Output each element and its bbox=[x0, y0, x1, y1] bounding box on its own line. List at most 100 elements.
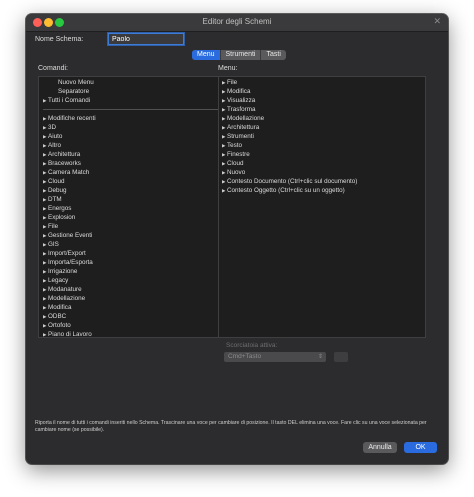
list-item-label: Irrigazione bbox=[48, 268, 78, 275]
list-item[interactable]: ▶ DTM bbox=[39, 195, 223, 204]
list-item-label: Cloud bbox=[48, 178, 65, 185]
list-item[interactable]: ▶ Debug bbox=[39, 186, 223, 195]
list-item-label: Modellazione bbox=[227, 115, 265, 122]
list-item-label: Legacy bbox=[48, 277, 69, 284]
list-item[interactable]: ▶ Piano di Lavoro bbox=[39, 330, 223, 338]
list-item-label: Modifiche recenti bbox=[48, 115, 96, 122]
list-item-label: File bbox=[227, 79, 238, 86]
commands-list[interactable]: Nuovo Menu Separatore ▶ Tutti i Comandi ▶ Mod… bbox=[38, 76, 224, 338]
list-item-label: Altro bbox=[48, 142, 61, 149]
list-item[interactable]: ▶ Finestre bbox=[219, 150, 425, 159]
list-item[interactable]: Nuovo Menu bbox=[39, 78, 223, 87]
list-item[interactable]: ▶ Aiuto bbox=[39, 132, 223, 141]
list-item[interactable]: ▶ Architettura bbox=[219, 123, 425, 132]
list-item[interactable]: ▶ File bbox=[39, 222, 223, 231]
list-item-label: Modifica bbox=[227, 88, 251, 95]
list-item-label: Explosion bbox=[48, 214, 76, 221]
list-item-label: Visualizza bbox=[227, 97, 256, 104]
list-item-label: Gestione Eventi bbox=[48, 232, 93, 239]
window-title: Editor degli Schemi bbox=[202, 17, 272, 26]
list-item-label: Modellazione bbox=[48, 295, 86, 302]
list-item[interactable]: ▶ GIS bbox=[39, 240, 223, 249]
list-item[interactable]: ▶ Modellazione bbox=[219, 114, 425, 123]
tab-tasti[interactable]: Tasti bbox=[261, 50, 285, 60]
tab-menu[interactable]: Menu bbox=[192, 50, 221, 60]
menu-label: Menu: bbox=[218, 65, 238, 72]
list-item[interactable]: ▶ Visualizza bbox=[219, 96, 425, 105]
list-item[interactable]: ▶ ODBC bbox=[39, 312, 223, 321]
list-item-label: Trasforma bbox=[227, 106, 256, 113]
list-item-label: Debug bbox=[48, 187, 67, 194]
scheme-name-label: Nome Schema: bbox=[35, 36, 84, 43]
separator-line bbox=[43, 109, 219, 110]
list-item-label: DTM bbox=[48, 196, 62, 203]
list-item-label: ODBC bbox=[48, 313, 67, 320]
list-item-label: Camera Match bbox=[48, 169, 90, 176]
list-item[interactable]: ▶ Tutti i Comandi bbox=[39, 96, 223, 105]
list-item-label: Nuovo Menu bbox=[58, 79, 94, 86]
active-shortcut-label: Scorciatoia attiva: bbox=[226, 342, 278, 349]
list-item[interactable]: ▶ Modifica bbox=[39, 303, 223, 312]
list-item[interactable]: ▶ Irrigazione bbox=[39, 267, 223, 276]
list-item-label: Strumenti bbox=[227, 133, 254, 140]
list-item[interactable]: ▶ Trasforma bbox=[219, 105, 425, 114]
list-item-label: Energos bbox=[48, 205, 72, 212]
chevron-updown-icon: ⇕ bbox=[317, 354, 323, 360]
list-item-label: Contesto Documento (Ctrl+clic sul docume… bbox=[227, 178, 358, 185]
close-icon[interactable]: ✕ bbox=[433, 16, 441, 27]
list-item[interactable]: ▶ Energos bbox=[39, 204, 223, 213]
ok-button[interactable]: OK bbox=[404, 442, 437, 453]
list-item[interactable]: ▶ Camera Match bbox=[39, 168, 223, 177]
list-item[interactable]: ▶ Architettura bbox=[39, 150, 223, 159]
list-item-label: Modifica bbox=[48, 304, 72, 311]
list-item[interactable]: ▶ Testo bbox=[219, 141, 425, 150]
active-shortcut-value: Cmd+Tasto bbox=[228, 353, 262, 360]
list-item-label: Testo bbox=[227, 142, 243, 149]
list-item[interactable]: ▶ Import/Export bbox=[39, 249, 223, 258]
list-item-label: Cloud bbox=[227, 160, 244, 167]
list-item[interactable]: ▶ Ortofoto bbox=[39, 321, 223, 330]
list-item[interactable]: ▶ 3D bbox=[39, 123, 223, 132]
list-item-label: Ortofoto bbox=[48, 322, 71, 329]
list-item-label: Architettura bbox=[227, 124, 260, 131]
list-item[interactable]: ▶ Importa/Esporta bbox=[39, 258, 223, 267]
list-item-label: Finestre bbox=[227, 151, 250, 158]
list-item-label: Contesto Oggetto (Ctrl+clic su un oggett… bbox=[227, 187, 345, 194]
list-item[interactable]: ▶ Modanature bbox=[39, 285, 223, 294]
list-item[interactable]: ▶ File bbox=[219, 78, 425, 87]
menu-tree[interactable]: ▶ File ▶ Modifica ▶ Visualizza ▶ Trasforma ▶ Mode… bbox=[218, 76, 426, 338]
list-item[interactable]: ▶ Contesto Oggetto (Ctrl+clic su un ogget… bbox=[219, 186, 425, 195]
list-item[interactable]: ▶ Legacy bbox=[39, 276, 223, 285]
list-item[interactable]: ▶ Explosion bbox=[39, 213, 223, 222]
shortcut-record-button[interactable] bbox=[334, 352, 348, 362]
list-item[interactable]: ▶ Modifica bbox=[219, 87, 425, 96]
scheme-name-input[interactable] bbox=[108, 33, 184, 45]
list-item-label: File bbox=[48, 223, 59, 230]
cancel-button[interactable]: Annulla bbox=[363, 442, 397, 453]
commands-label: Comandi: bbox=[38, 65, 68, 72]
help-text: Riporta il nome di tutti i comandi inser… bbox=[35, 420, 427, 433]
list-item[interactable]: ▶ Cloud bbox=[219, 159, 425, 168]
list-item[interactable]: ▶ Nuovo bbox=[219, 168, 425, 177]
list-item[interactable]: ▶ Modellazione bbox=[39, 294, 223, 303]
list-item-label: Aiuto bbox=[48, 133, 63, 140]
list-item-label: Nuovo bbox=[227, 169, 246, 176]
active-shortcut-select[interactable]: Cmd+Tasto ⇕ bbox=[224, 352, 326, 362]
list-item[interactable]: ▶ Cloud bbox=[39, 177, 223, 186]
title-bar: Editor degli Schemi ✕ bbox=[26, 14, 448, 32]
list-item[interactable]: ▶ Contesto Documento (Ctrl+clic sul docum… bbox=[219, 177, 425, 186]
list-item[interactable]: Separatore bbox=[39, 87, 223, 96]
list-item-label: Braceworks bbox=[48, 160, 81, 167]
list-item[interactable]: ▶ Strumenti bbox=[219, 132, 425, 141]
list-item[interactable]: ▶ Gestione Eventi bbox=[39, 231, 223, 240]
tab-bar: Menu Strumenti Tasti bbox=[192, 50, 286, 60]
list-item-label: Piano di Lavoro bbox=[48, 331, 92, 338]
tab-strumenti[interactable]: Strumenti bbox=[221, 50, 262, 60]
list-item[interactable]: ▶ Braceworks bbox=[39, 159, 223, 168]
list-item[interactable]: ▶ Modifiche recenti bbox=[39, 114, 223, 123]
scheme-editor-window: Editor degli Schemi ✕ Nome Schema: Menu … bbox=[26, 14, 448, 464]
list-item[interactable]: ▶ Altro bbox=[39, 141, 223, 150]
list-item-label: Architettura bbox=[48, 151, 81, 158]
list-item-label: Modanature bbox=[48, 286, 82, 293]
list-item-label: Importa/Esporta bbox=[48, 259, 93, 266]
